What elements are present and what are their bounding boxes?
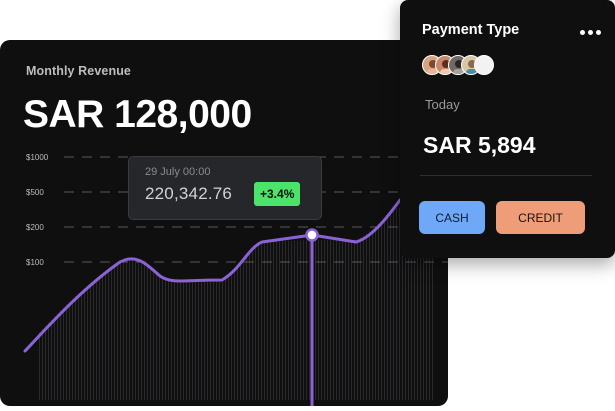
tooltip-value: 220,342.76 xyxy=(145,184,233,203)
y-tick-label-1000: $1000 xyxy=(26,153,49,162)
y-tick-label-100: $100 xyxy=(26,258,44,267)
y-tick-label-500: $500 xyxy=(26,188,44,197)
payment-type-card: Payment Type Today SAR 5,894 CASH CREDIT xyxy=(400,0,615,258)
divider xyxy=(420,175,592,176)
more-horizontal-icon[interactable] xyxy=(580,27,604,37)
change-badge: +3.4% xyxy=(254,182,301,206)
payment-amount: SAR 5,894 xyxy=(423,132,536,158)
today-label: Today xyxy=(425,97,460,112)
tooltip-date: 29 July 00:00 xyxy=(145,166,211,178)
revenue-chart xyxy=(23,156,448,406)
chart-tooltip: 29 July 00:00 220,342.76 +3.4% xyxy=(128,156,322,220)
highlight-point[interactable] xyxy=(305,228,319,242)
cash-button[interactable]: CASH xyxy=(419,201,485,234)
credit-button[interactable]: CREDIT xyxy=(496,201,585,234)
payment-title: Payment Type xyxy=(422,22,520,38)
avatar[interactable] xyxy=(474,55,494,75)
area-fill xyxy=(37,208,435,400)
monthly-revenue-card: Monthly Revenue SAR 128,000 $1000 $500 $… xyxy=(0,40,448,406)
y-tick-label-200: $200 xyxy=(26,223,44,232)
